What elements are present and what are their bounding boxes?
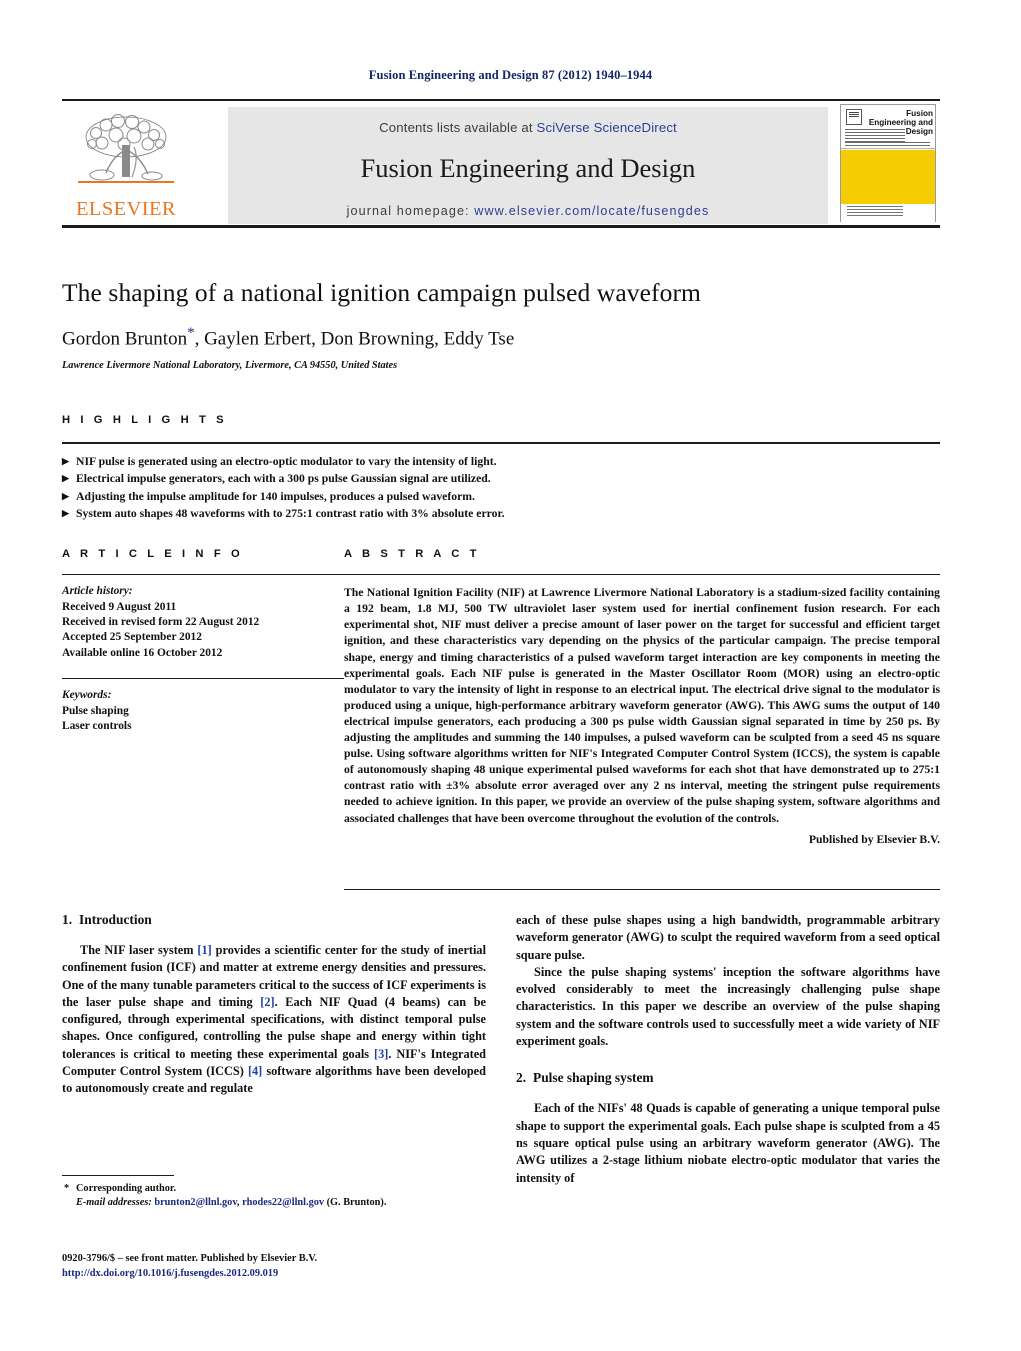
cover-footer (841, 204, 935, 222)
article-history: Article history: Received 9 August 2011 … (62, 584, 344, 661)
cover-subtext-lines-2 (845, 142, 930, 146)
author-rest: , Gaylen Erbert, Don Browning, Eddy Tse (194, 328, 515, 350)
highlight-text: Adjusting the impulse amplitude for 140 … (76, 489, 475, 503)
footnote-rule (62, 1175, 174, 1177)
journal-homepage-line: journal homepage: www.elsevier.com/locat… (228, 204, 828, 218)
masthead-top-rule (62, 99, 940, 102)
keyword-item: Laser controls (62, 720, 132, 733)
highlight-text: NIF pulse is generated using an electro-… (76, 454, 497, 468)
journal-title: Fusion Engineering and Design (360, 153, 696, 183)
contents-lists-line: Contents lists available at SciVerse Sci… (228, 120, 828, 135)
list-item: ▶ Electrical impulse generators, each wit… (62, 470, 940, 488)
published-by: Published by Elsevier B.V. (808, 832, 940, 846)
masthead-bottom-rule (62, 225, 940, 228)
cover-publisher-icon (846, 109, 862, 125)
highlights-section: H I G H L I G H T S ▶ NIF pulse is genera… (62, 414, 940, 523)
cover-header: Fusion Engineering and Design (841, 105, 935, 149)
paragraph-software-evolution: Since the pulse shaping systems' incepti… (516, 964, 940, 1049)
homepage-prefix: journal homepage: (346, 204, 475, 218)
doi-link[interactable]: http://dx.doi.org/10.1016/j.fusengdes.20… (62, 1267, 522, 1282)
elsevier-tree-icon (78, 114, 174, 183)
abstract-text: The National Ignition Facility (NIF) at … (344, 586, 940, 825)
highlight-text: System auto shapes 48 waveforms with to … (76, 507, 505, 521)
title-block: The shaping of a national ignition campa… (62, 278, 942, 371)
history-item: Received in revised form 22 August 2012 (62, 616, 260, 628)
history-item: Available online 16 October 2012 (62, 646, 223, 659)
asterisk-icon: * (64, 1183, 70, 1195)
highlight-text: Electrical impulse generators, each with… (76, 472, 491, 486)
email-note: E-mail addresses: brunton2@llnl.gov, rho… (62, 1196, 486, 1210)
footnote-block: * Corresponding author. E-mail addresses:… (62, 1175, 486, 1210)
bullet-triangle-icon: ▶ (62, 508, 69, 519)
contents-prefix: Contents lists available at (379, 120, 537, 135)
keywords-label: Keywords: (62, 689, 112, 702)
citation-ref[interactable]: [4] (248, 1064, 262, 1078)
elsevier-logo: ELSEVIER (66, 107, 186, 223)
history-item: Accepted 25 September 2012 (62, 631, 202, 644)
section-title: Introduction (79, 912, 152, 927)
section-title: Pulse shaping system (533, 1070, 654, 1086)
paragraph-continuation: each of these pulse shapes using a high … (516, 913, 940, 962)
sciencedirect-link[interactable]: SciVerse ScienceDirect (537, 120, 677, 135)
section-number: 1. (62, 912, 73, 927)
paragraph-fragment: The NIF laser system (80, 943, 198, 957)
paragraph-quads: Each of the NIFs' 48 Quads is capable of… (516, 1101, 940, 1185)
running-head: Fusion Engineering and Design 87 (2012) … (368, 68, 653, 82)
paragraph-introduction: The NIF laser system [1] provides a scie… (62, 942, 486, 1098)
citation-ref[interactable]: [3] (374, 1047, 388, 1061)
masthead-centre-panel: Contents lists available at SciVerse Sci… (228, 107, 828, 224)
affiliation: Lawrence Livermore National Laboratory, … (62, 360, 398, 372)
section-number: 2. (516, 1070, 527, 1086)
keyword-item: Pulse shaping (62, 704, 129, 717)
journal-masthead: ELSEVIER Contents lists available at Sci… (62, 99, 940, 228)
list-item: ▶ Adjusting the impulse amplitude for 140… (62, 488, 940, 506)
cover-subtext-lines (845, 129, 905, 142)
keywords-block: Keywords: Pulse shaping Laser controls (62, 688, 344, 734)
imprint-block: 0920-3796/$ – see front matter. Publishe… (62, 1252, 522, 1281)
list-item: ▶ System auto shapes 48 waveforms with to… (62, 505, 940, 523)
cover-footer-lines (847, 206, 903, 217)
bullet-triangle-icon: ▶ (62, 473, 69, 484)
article-page: Fusion Engineering and Design 87 (2012) … (0, 0, 1021, 1351)
email-label: E-mail addresses: (76, 1197, 152, 1209)
list-item: ▶ NIF pulse is generated using an electro… (62, 453, 940, 471)
corresponding-author-text: Corresponding author. (76, 1183, 177, 1195)
copyright-line: 0920-3796/$ – see front matter. Publishe… (62, 1253, 318, 1264)
article-info-section: A R T I C L E I N F O Article history: R… (62, 548, 344, 735)
body-column-right: each of these pulse shapes using a high … (516, 912, 940, 1187)
cover-yellow-band (841, 150, 935, 204)
corresponding-author-note: * Corresponding author. (62, 1182, 486, 1196)
bullet-triangle-icon: ▶ (62, 490, 69, 501)
abstract-rule (344, 574, 940, 576)
email-link-2[interactable]: rhodes22@llnl.gov (242, 1197, 324, 1208)
article-history-label: Article history: (62, 585, 133, 598)
bullet-triangle-icon: ▶ (62, 455, 69, 466)
highlights-rule (62, 442, 940, 444)
citation-ref[interactable]: [2] (260, 995, 274, 1009)
section-heading-pulse-shaping-system: 2. Pulse shaping system (516, 1070, 940, 1086)
history-item: Received 9 August 2011 (62, 600, 177, 613)
page-title: The shaping of a national ignition campa… (62, 278, 701, 307)
abstract-heading: A B S T R A C T (344, 548, 481, 560)
elsevier-wordmark: ELSEVIER (76, 198, 176, 220)
article-info-heading: A R T I C L E I N F O (62, 548, 244, 560)
email-suffix: (G. Brunton). (324, 1197, 387, 1209)
citation-ref[interactable]: [1] (197, 943, 211, 957)
journal-homepage-link[interactable]: www.elsevier.com/locate/fusengdes (474, 204, 709, 218)
highlights-list: ▶ NIF pulse is generated using an electro… (62, 453, 940, 523)
email-link-1[interactable]: brunton2@llnl.gov (154, 1197, 237, 1208)
journal-cover-thumbnail: Fusion Engineering and Design (840, 104, 936, 222)
author-first: Gordon Brunton (62, 328, 188, 350)
abstract-bottom-rule (344, 889, 940, 891)
body-column-left: 1. Introduction The NIF laser system [1] … (62, 912, 486, 1098)
author-list: Gordon Brunton*, Gaylen Erbert, Don Brow… (62, 325, 942, 350)
section-heading-introduction: 1. Introduction (62, 912, 486, 928)
article-info-rule (62, 574, 344, 576)
highlights-heading: H I G H L I G H T S (62, 414, 228, 426)
keywords-rule (62, 678, 344, 680)
corresponding-author-marker: * (187, 325, 195, 341)
abstract-section: A B S T R A C T The National Ignition Fa… (344, 548, 940, 846)
